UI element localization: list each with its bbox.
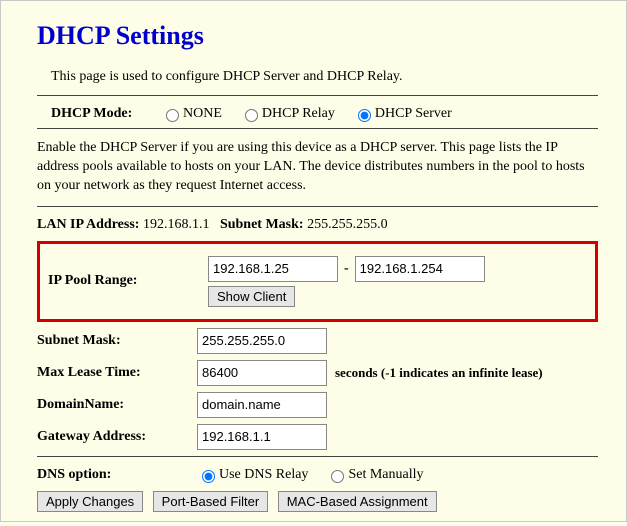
lan-info-line: LAN IP Address: 192.168.1.1 Subnet Mask:… xyxy=(37,217,598,233)
subnet-input[interactable] xyxy=(197,328,327,354)
ip-pool-row: IP Pool Range: - Show Client xyxy=(48,256,587,307)
apply-changes-button[interactable]: Apply Changes xyxy=(37,491,143,512)
port-based-filter-button[interactable]: Port-Based Filter xyxy=(153,491,269,512)
dns-relay-label: Use DNS Relay xyxy=(219,467,308,483)
server-description: Enable the DHCP Server if you are using … xyxy=(37,139,598,196)
ip-pool-dash: - xyxy=(344,261,349,277)
mode-relay-option[interactable]: DHCP Relay xyxy=(240,106,335,122)
domain-label: DomainName: xyxy=(37,397,197,413)
button-row: Apply Changes Port-Based Filter MAC-Base… xyxy=(37,491,598,512)
gateway-input[interactable] xyxy=(197,424,327,450)
ip-pool-label: IP Pool Range: xyxy=(48,273,208,289)
lease-after-text: seconds (-1 indicates an infinite lease) xyxy=(335,365,543,381)
dns-relay-radio[interactable] xyxy=(202,470,215,483)
dns-manual-radio[interactable] xyxy=(331,470,344,483)
subnet-label: Subnet Mask: xyxy=(37,333,197,349)
domain-row: DomainName: xyxy=(37,392,598,418)
mode-none-radio[interactable] xyxy=(166,109,179,122)
info-subnet-label: Subnet Mask: xyxy=(220,217,304,232)
mode-server-option[interactable]: DHCP Server xyxy=(353,106,452,122)
lan-ip-value: 192.168.1.1 xyxy=(143,217,210,232)
mode-relay-label: DHCP Relay xyxy=(262,106,335,122)
mac-based-assignment-button[interactable]: MAC-Based Assignment xyxy=(278,491,437,512)
info-subnet-value: 255.255.255.0 xyxy=(307,217,388,232)
subnet-row: Subnet Mask: xyxy=(37,328,598,354)
lan-ip-label: LAN IP Address: xyxy=(37,217,139,232)
dns-relay-option[interactable]: Use DNS Relay xyxy=(197,467,308,483)
separator-3 xyxy=(37,206,598,207)
lease-input[interactable] xyxy=(197,360,327,386)
mode-server-label: DHCP Server xyxy=(375,106,452,122)
mode-none-label: NONE xyxy=(183,106,222,122)
domain-input[interactable] xyxy=(197,392,327,418)
lease-row: Max Lease Time: seconds (-1 indicates an… xyxy=(37,360,598,386)
separator-2 xyxy=(37,128,598,129)
show-client-button[interactable]: Show Client xyxy=(208,286,295,307)
mode-relay-radio[interactable] xyxy=(245,109,258,122)
page-title: DHCP Settings xyxy=(37,21,598,51)
dns-manual-label: Set Manually xyxy=(348,467,423,483)
ip-pool-highlight: IP Pool Range: - Show Client xyxy=(37,241,598,322)
gateway-row: Gateway Address: xyxy=(37,424,598,450)
dns-row: DNS option: Use DNS Relay Set Manually xyxy=(37,467,598,483)
dns-manual-option[interactable]: Set Manually xyxy=(326,467,423,483)
separator-1 xyxy=(37,95,598,96)
dhcp-mode-label: DHCP Mode: xyxy=(51,106,161,122)
dns-label: DNS option: xyxy=(37,467,197,483)
dhcp-mode-row: DHCP Mode: NONE DHCP Relay DHCP Server xyxy=(51,106,598,122)
gateway-label: Gateway Address: xyxy=(37,429,197,445)
intro-text: This page is used to configure DHCP Serv… xyxy=(51,69,598,85)
separator-4 xyxy=(37,456,598,457)
mode-server-radio[interactable] xyxy=(358,109,371,122)
ip-pool-start-input[interactable] xyxy=(208,256,338,282)
mode-none-option[interactable]: NONE xyxy=(161,106,222,122)
lease-label: Max Lease Time: xyxy=(37,365,197,381)
ip-pool-end-input[interactable] xyxy=(355,256,485,282)
